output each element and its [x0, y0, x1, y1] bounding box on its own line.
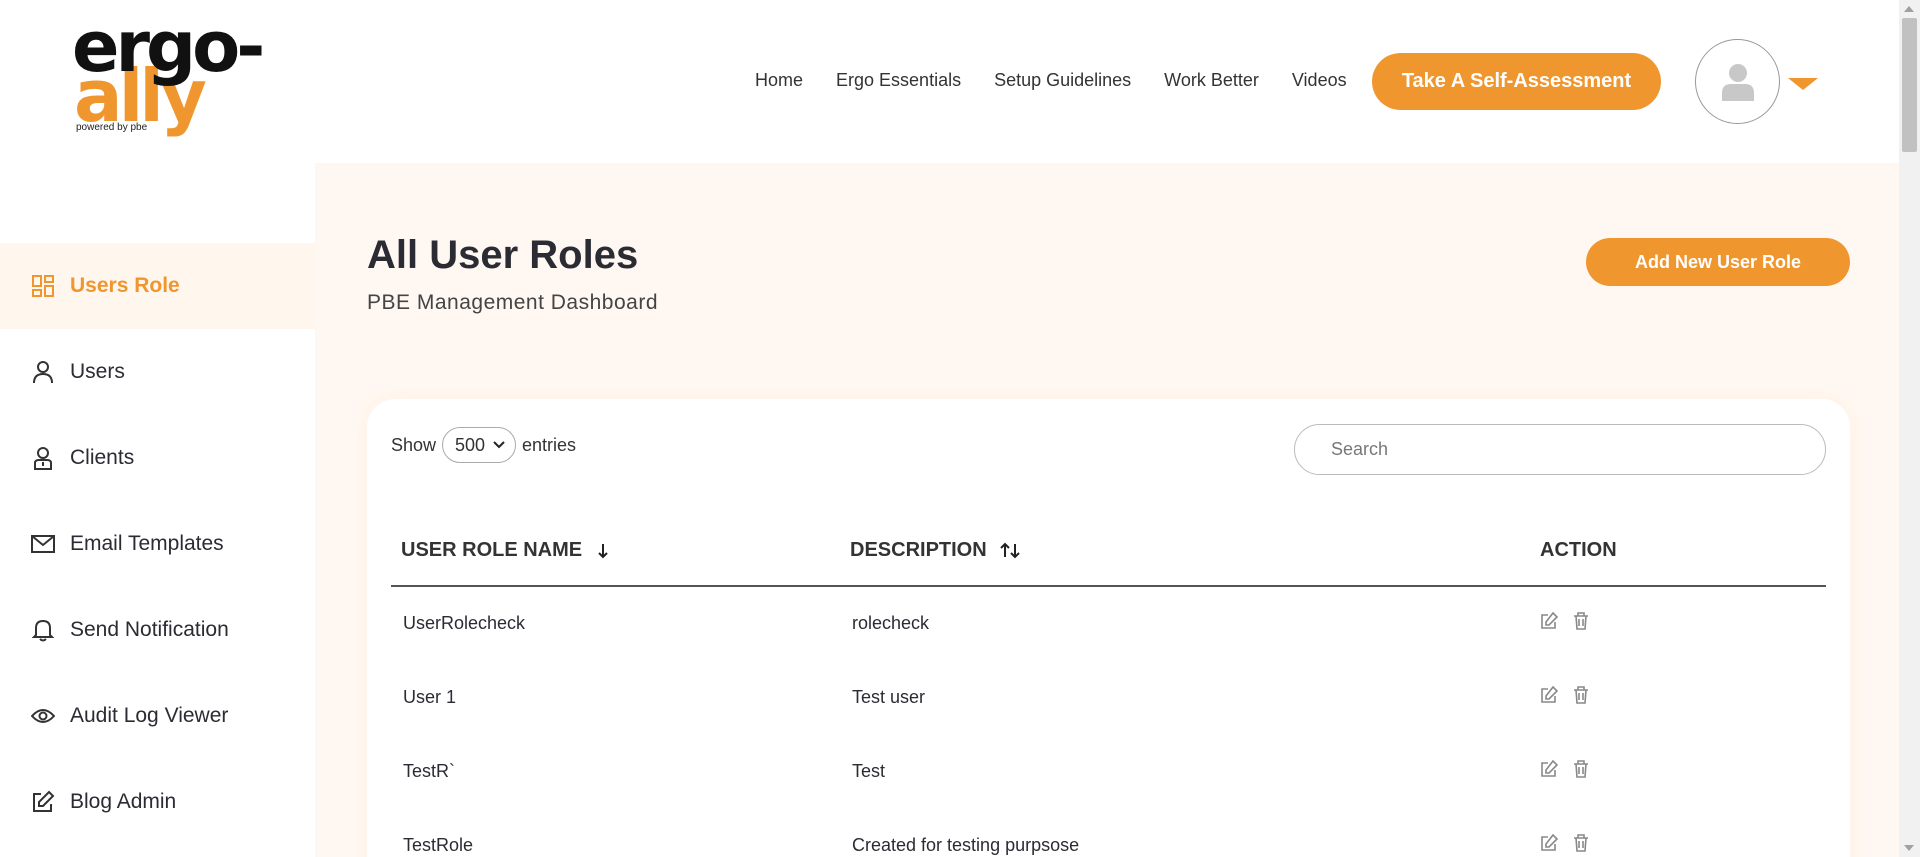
- user-icon: [30, 359, 56, 385]
- column-header-label: DESCRIPTION: [850, 539, 987, 561]
- nav-videos[interactable]: Videos: [1292, 70, 1347, 91]
- sidebar-item-blog-admin[interactable]: Blog Admin: [0, 759, 315, 845]
- sort-desc-icon: [598, 543, 608, 558]
- sidebar-item-users-role[interactable]: Users Role: [0, 243, 315, 329]
- sidebar-item-email-templates[interactable]: Email Templates: [0, 501, 315, 587]
- page-title: All User Roles: [367, 233, 639, 277]
- sidebar-item-audit-log-viewer[interactable]: Audit Log Viewer: [0, 673, 315, 759]
- edit-icon[interactable]: [1539, 759, 1559, 779]
- page-subtitle: PBE Management Dashboard: [367, 291, 658, 314]
- bell-icon: [30, 617, 56, 643]
- logo-word-ergo: ergo-: [72, 6, 265, 88]
- role-name-cell: TestR`: [403, 761, 456, 781]
- action-cell: [1539, 685, 1591, 705]
- nav-setup-guidelines[interactable]: Setup Guidelines: [994, 70, 1131, 91]
- action-cell: [1539, 611, 1591, 631]
- entries-label: entries: [522, 434, 577, 455]
- main-content: All User Roles PBE Management Dashboard …: [315, 163, 1899, 857]
- sidebar-item-label: Users Role: [70, 274, 180, 297]
- logo-tagline: powered by pbe: [76, 122, 148, 133]
- description-cell: Test user: [852, 687, 926, 707]
- scroll-thumb[interactable]: [1902, 18, 1917, 152]
- add-new-user-role-button[interactable]: Add New User Role: [1586, 238, 1850, 286]
- table-row: UserRolecheck rolecheck: [391, 587, 1826, 661]
- sidebar-item-send-notification[interactable]: Send Notification: [0, 587, 315, 673]
- avatar[interactable]: [1695, 39, 1780, 124]
- mail-icon: [30, 531, 56, 557]
- sidebar-item-label: Email Templates: [70, 532, 224, 555]
- chevron-down-icon: [493, 441, 505, 449]
- edit-icon: [30, 789, 56, 815]
- sidebar-item-label: Users: [70, 360, 125, 383]
- scroll-up-arrow-icon[interactable]: [1904, 6, 1914, 12]
- self-assessment-button[interactable]: Take A Self-Assessment: [1372, 53, 1661, 110]
- description-cell: Test: [852, 761, 886, 781]
- top-nav: Home Ergo Essentials Setup Guidelines Wo…: [755, 70, 1380, 91]
- table-row: TestR` Test: [391, 735, 1826, 809]
- page-scrollbar[interactable]: [1899, 0, 1920, 857]
- trash-icon[interactable]: [1571, 833, 1591, 853]
- edit-icon[interactable]: [1539, 685, 1559, 705]
- eye-icon: [30, 703, 56, 729]
- client-icon: [30, 445, 56, 471]
- nav-work-better[interactable]: Work Better: [1164, 70, 1259, 91]
- nav-ergo-essentials[interactable]: Ergo Essentials: [836, 70, 961, 91]
- action-cell: [1539, 759, 1591, 779]
- sidebar: Users Role Users Clients Email Templates…: [0, 163, 315, 845]
- trash-icon[interactable]: [1571, 685, 1591, 705]
- account-dropdown-caret-icon[interactable]: [1788, 78, 1818, 90]
- user-avatar-icon: [1721, 63, 1754, 101]
- column-header-user-role-name[interactable]: USER ROLE NAME: [401, 539, 610, 562]
- role-name-cell: User 1: [403, 687, 457, 707]
- sidebar-item-clients[interactable]: Clients: [0, 415, 315, 501]
- description-cell: rolecheck: [852, 613, 930, 633]
- column-header-label: ACTION: [1540, 539, 1617, 561]
- sidebar-item-label: Clients: [70, 446, 135, 469]
- dashboard-grid-icon: [30, 273, 56, 299]
- column-header-action: ACTION: [1540, 539, 1617, 562]
- edit-icon[interactable]: [1539, 833, 1559, 853]
- nav-home[interactable]: Home: [755, 70, 803, 91]
- search-input[interactable]: Search: [1294, 424, 1826, 475]
- action-cell: [1539, 833, 1591, 853]
- role-name-cell: TestRole: [403, 835, 474, 855]
- entries-select[interactable]: 500: [442, 427, 517, 463]
- entries-select-value: 500: [455, 434, 486, 455]
- table-row: TestRole Created for testing purpsose: [391, 809, 1826, 857]
- sidebar-item-users[interactable]: Users: [0, 329, 315, 415]
- sidebar-item-label: Blog Admin: [70, 790, 177, 813]
- description-cell: Created for testing purpsose: [852, 835, 1080, 855]
- column-header-label: USER ROLE NAME: [401, 539, 583, 561]
- role-name-cell: UserRolecheck: [403, 613, 526, 633]
- column-header-description[interactable]: DESCRIPTION: [850, 539, 1021, 562]
- table-row: User 1 Test user: [391, 661, 1826, 735]
- entries-control: Show 500 entries: [391, 427, 576, 463]
- scroll-down-arrow-icon[interactable]: [1904, 845, 1914, 851]
- page: ally ergo- powered by pbe Home Ergo Esse…: [0, 0, 1920, 857]
- sidebar-item-label: Audit Log Viewer: [70, 704, 229, 727]
- edit-icon[interactable]: [1539, 611, 1559, 631]
- trash-icon[interactable]: [1571, 759, 1591, 779]
- trash-icon[interactable]: [1571, 611, 1591, 631]
- user-roles-table-card: Show 500 entries Search USER ROLE NAME D…: [367, 399, 1850, 857]
- logo[interactable]: ally ergo- powered by pbe: [72, 12, 302, 138]
- show-label: Show: [391, 434, 437, 455]
- sidebar-item-label: Send Notification: [70, 618, 229, 641]
- sort-both-icon: [999, 542, 1020, 558]
